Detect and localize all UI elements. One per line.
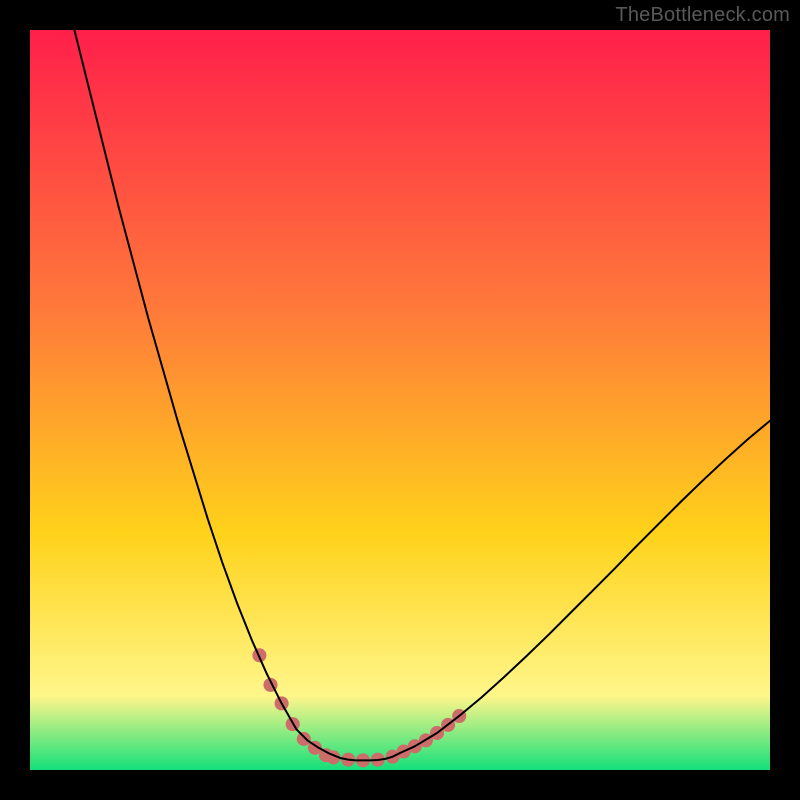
chart-svg xyxy=(30,30,770,770)
curve-marker xyxy=(297,732,311,746)
watermark-text: TheBottleneck.com xyxy=(615,4,790,27)
stage: TheBottleneck.com xyxy=(0,0,800,800)
plot-area xyxy=(30,30,770,770)
gradient-background xyxy=(30,30,770,770)
